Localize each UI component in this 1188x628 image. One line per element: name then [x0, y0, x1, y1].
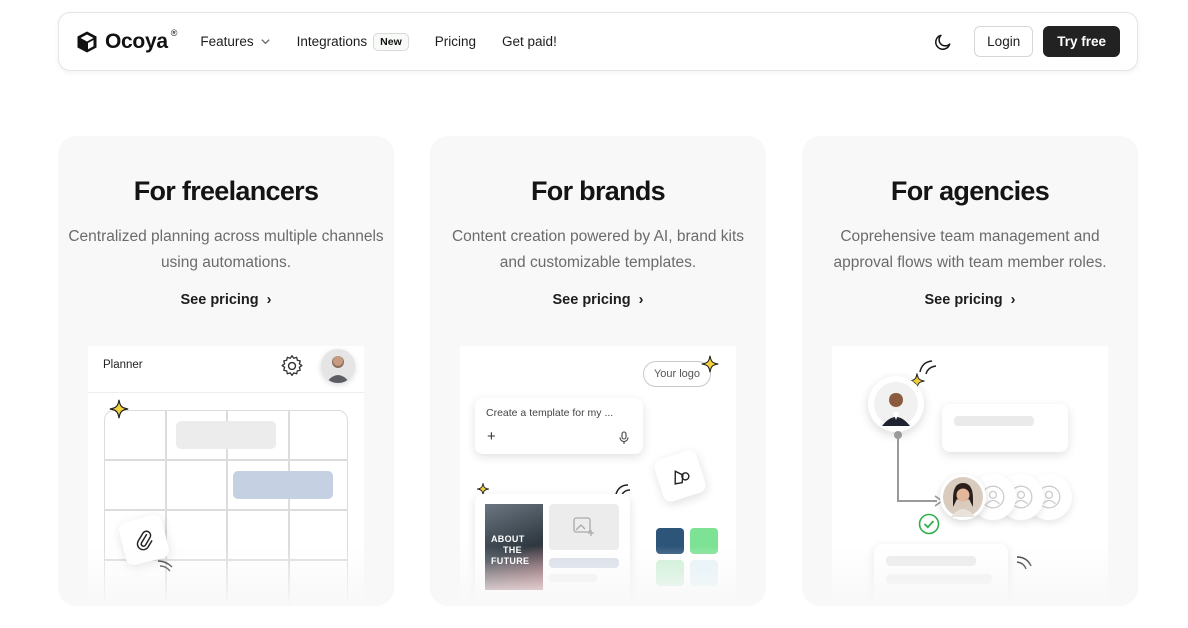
logo-chip-label: Your logo [653, 368, 701, 380]
template-preview: Your logo Create a template for my ... +… [460, 346, 736, 606]
see-pricing-label: See pricing [180, 292, 259, 308]
gear-icon [281, 355, 303, 377]
member-avatar [940, 474, 986, 520]
comment-bubble [942, 404, 1068, 452]
add-image-icon [573, 517, 594, 536]
calendar-grid [104, 410, 348, 606]
swatch-mint[interactable] [656, 560, 684, 586]
poster-thumbnail: ABOUT THE FUTURE [485, 504, 543, 590]
poster-line-2: THE [503, 545, 522, 555]
theme-toggle[interactable] [932, 31, 954, 53]
image-placeholder [549, 504, 619, 550]
nav-get-paid-label: Get paid! [502, 34, 557, 49]
nav-features-label: Features [200, 34, 254, 49]
nav-features[interactable]: Features [200, 34, 270, 49]
poster-line-1: ABOUT [491, 534, 525, 544]
nav-get-paid[interactable]: Get paid! [502, 34, 557, 49]
brands-card: For brands Content creation powered by A… [430, 136, 766, 606]
freelancers-card: For freelancers Centralized planning acr… [58, 136, 394, 606]
motion-lines-icon [1016, 556, 1032, 570]
card-title: For agencies [890, 176, 1050, 206]
moon-icon [935, 34, 951, 50]
planner-label: Planner [103, 359, 143, 371]
brand-logo[interactable]: Ocoya ® [75, 27, 180, 54]
sparkle-icon [109, 399, 129, 419]
card-title: For brands [530, 176, 666, 206]
card-title: For freelancers [133, 176, 319, 206]
card-description: Centralized planning across multiple cha… [68, 228, 384, 271]
avatar [321, 349, 355, 383]
sparkle-icon [701, 355, 719, 373]
card-description: Coprehensive team management and approva… [833, 228, 1107, 271]
chevron-down-icon [261, 39, 270, 45]
nav-integrations[interactable]: Integrations New [296, 32, 409, 51]
swatch-navy[interactable] [656, 528, 684, 554]
agencies-card: For agencies Coprehensive team managemen… [802, 136, 1138, 606]
nav-integrations-label: Integrations [296, 34, 368, 49]
template-editor: ABOUT THE FUTURE [475, 494, 630, 604]
shapes-icon [674, 470, 690, 485]
see-pricing-link[interactable]: See pricing › [58, 292, 394, 308]
prompt-box[interactable]: Create a template for my ... + [475, 398, 643, 454]
see-pricing-link[interactable]: See pricing › [430, 292, 766, 308]
scheduled-post-grey [176, 421, 276, 449]
planner-preview: Planner [88, 346, 364, 606]
motion-lines-icon [157, 560, 173, 572]
swatch-green[interactable] [690, 528, 718, 554]
registered-mark: ® [170, 27, 178, 38]
approval-card [874, 544, 1008, 606]
approval-flow-preview [832, 346, 1108, 606]
check-circle-icon [918, 513, 940, 535]
shape-tool-chip [652, 448, 708, 504]
see-pricing-label: See pricing [552, 292, 631, 308]
card-description: Content creation powered by AI, brand ki… [451, 228, 745, 271]
microphone-icon [619, 431, 629, 444]
login-button[interactable]: Login [974, 26, 1034, 57]
scheduled-post-blue [233, 471, 333, 499]
paperclip-icon [136, 530, 153, 551]
swatch-ice[interactable] [690, 560, 718, 586]
chevron-right-icon: › [266, 292, 272, 308]
poster-line-3: FUTURE [491, 556, 530, 566]
prompt-text: Create a template for my ... [486, 407, 614, 419]
top-navbar: Ocoya ® Features Integrations New Pricin… [58, 12, 1138, 71]
plus-icon: + [487, 428, 496, 445]
nav-pricing-label: Pricing [434, 34, 477, 49]
cube-logo-icon [77, 31, 97, 52]
brand-name: Ocoya [105, 29, 168, 53]
see-pricing-label: See pricing [924, 292, 1003, 308]
connector-line [897, 434, 899, 502]
new-badge: New [373, 32, 409, 51]
manager-avatar [868, 376, 924, 432]
chevron-right-icon: › [1010, 292, 1016, 308]
try-free-button[interactable]: Try free [1043, 26, 1120, 57]
nav-pricing[interactable]: Pricing [435, 34, 476, 49]
nav-links: Features Integrations New Pricing Get pa… [200, 32, 582, 51]
chevron-right-icon: › [638, 292, 644, 308]
see-pricing-link[interactable]: See pricing › [802, 292, 1138, 308]
